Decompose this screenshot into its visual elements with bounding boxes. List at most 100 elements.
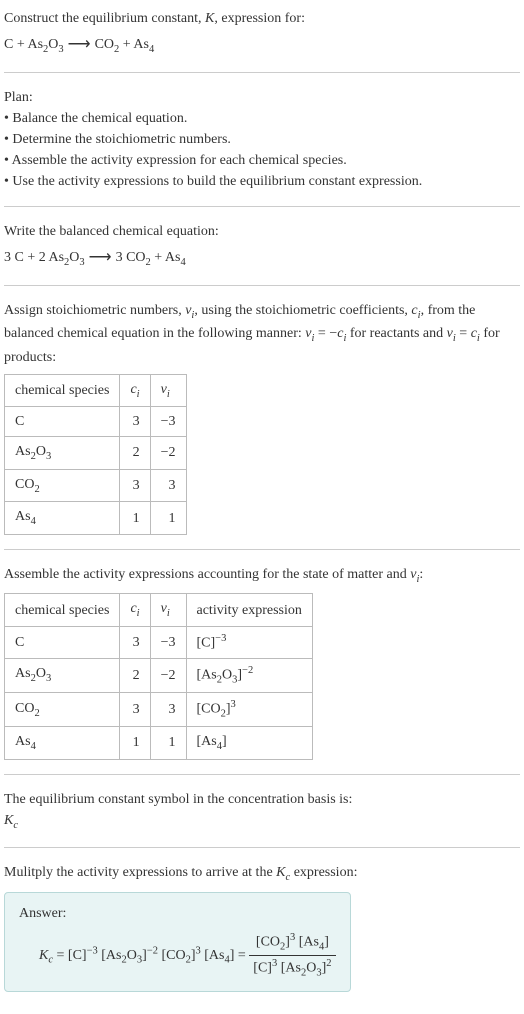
col-nui: νi [150,594,186,627]
cell-nu: −2 [150,437,186,470]
sup: −2 [242,665,253,676]
kc-symbol: K [276,865,285,880]
text: C [15,635,24,650]
table-row: As4 1 1 [As4] [5,726,313,759]
col-ci: ci [120,374,150,407]
kc-symbol: Kc [4,810,520,834]
problem-header: Construct the equilibrium constant, K, e… [4,8,520,58]
fraction-denominator: [C]3 [As2O3]2 [249,956,335,981]
cell-species: As4 [5,502,120,535]
text: K [4,813,13,828]
cell-nu: −2 [150,658,186,692]
cell-c: 3 [120,407,150,437]
text: O [127,948,137,963]
text: Assign stoichiometric numbers, [4,303,185,318]
answer-equation: Kc = [C]−3 [As2O3]−2 [CO2]3 [As4] = [CO2… [39,930,336,981]
cell-nu: 1 [150,502,186,535]
stoich-table: chemical species ci νi C 3 −3 As2O3 2 −2… [4,374,187,535]
cell-nu: 3 [150,692,186,726]
sub: c [13,819,18,830]
text: : [419,567,423,582]
table-row: CO2 3 3 [5,469,187,502]
cell-species: As2O3 [5,658,120,692]
sub: 4 [149,44,154,55]
stoich-text: Assign stoichiometric numbers, νi, using… [4,300,520,368]
fraction: [CO2]3 [As4] [C]3 [As2O3]2 [249,930,335,981]
sub: 3 [46,673,51,684]
balanced-section: Write the balanced chemical equation: 3 … [4,221,520,271]
table-row: As4 1 1 [5,502,187,535]
col-ci: ci [120,594,150,627]
col-nui: νi [150,374,186,407]
cell-c: 1 [120,726,150,759]
text: As [15,444,31,459]
table-row: C 3 −3 [5,407,187,437]
plan-section: Plan: • Balance the chemical equation. •… [4,87,520,192]
cell-c: 3 [120,626,150,658]
cell-activity: [C]−3 [186,626,312,658]
k-symbol: K [205,11,214,26]
text: [CO [158,948,186,963]
text: [CO [197,701,221,716]
cell-c: 2 [120,658,150,692]
activity-section: Assemble the activity expressions accoun… [4,564,520,760]
multiply-text: Mulitply the activity expressions to arr… [4,862,520,886]
answer-box: Answer: Kc = [C]−3 [As2O3]−2 [CO2]3 [As4… [4,892,351,992]
text: O [48,37,58,52]
cell-species: C [5,407,120,437]
text: , expression for: [214,11,305,26]
text: for reactants and [346,326,446,341]
text: As [15,666,31,681]
divider [4,774,520,775]
cell-species: C [5,626,120,658]
table-header-row: chemical species ci νi activity expressi… [5,594,313,627]
cell-activity: [As4] [186,726,312,759]
cell-nu: 1 [150,726,186,759]
table-row: C 3 −3 [C]−3 [5,626,313,658]
cell-activity: [As2O3]−2 [186,658,312,692]
sup: −2 [147,945,158,956]
text: [C] [197,636,216,651]
sub: i [137,608,140,619]
problem-line1: Construct the equilibrium constant, K, e… [4,8,520,29]
cell-c: 3 [120,469,150,502]
cell-species: As2O3 [5,437,120,470]
sub: 4 [31,516,36,527]
text: As [15,734,31,749]
text: [CO [256,934,280,949]
sub: 2 [34,484,39,495]
table-row: As2O3 2 −2 [5,437,187,470]
text: C [15,414,24,429]
text: Mulitply the activity expressions to arr… [4,865,276,880]
text: O [306,960,316,975]
text: CO [15,701,34,716]
cell-nu: −3 [150,407,186,437]
cell-species: CO2 [5,469,120,502]
arrow-icon: ⟶ [64,36,95,53]
multiply-section: Mulitply the activity expressions to arr… [4,862,520,992]
sub: 4 [31,741,36,752]
text: O [36,444,46,459]
cell-c: 3 [120,692,150,726]
text: expression: [290,865,357,880]
text: CO [95,37,114,52]
text: = − [314,326,337,341]
symbol-text: The equilibrium constant symbol in the c… [4,789,520,810]
table-header-row: chemical species ci νi [5,374,187,407]
text: C + As [4,37,43,52]
plan-title: Plan: [4,87,520,108]
answer-label: Answer: [19,903,336,924]
text: CO [15,477,34,492]
plan-bullet: • Determine the stoichiometric numbers. [4,129,520,150]
kc-symbol: K [39,948,48,963]
col-species: chemical species [5,594,120,627]
activity-table: chemical species ci νi activity expressi… [4,593,313,759]
text: [C] [253,960,272,975]
text: O [36,666,46,681]
table-row: CO2 3 3 [CO2]3 [5,692,313,726]
text: 3 C + 2 As [4,250,64,265]
text: Assemble the activity expressions accoun… [4,567,410,582]
balanced-title: Write the balanced chemical equation: [4,221,520,242]
cell-c: 1 [120,502,150,535]
col-activity: activity expression [186,594,312,627]
